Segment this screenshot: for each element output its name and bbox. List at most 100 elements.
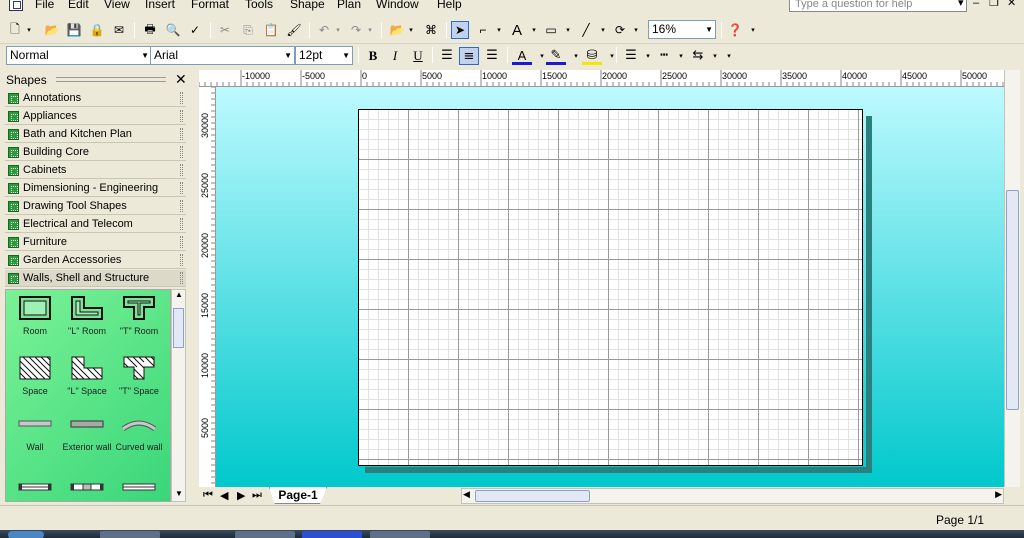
stencil-walls-shell-structure[interactable]: Walls, Shell and Structure — [5, 270, 186, 287]
undo-dropdown-icon[interactable]: ▾ — [329, 21, 347, 39]
format-painter-icon[interactable]: 🖌 — [285, 21, 303, 39]
open-icon[interactable]: 📂 — [43, 21, 61, 39]
line-dropdown-icon[interactable]: ▾ — [594, 21, 612, 39]
fill-color-icon[interactable]: ⛁ — [582, 47, 602, 65]
first-page-icon[interactable]: ⏮ — [203, 489, 213, 502]
font-color-icon[interactable]: A — [512, 47, 532, 65]
email-icon[interactable]: ✉ — [110, 21, 128, 39]
taskbar-item[interactable] — [302, 531, 362, 538]
align-center-icon[interactable]: ≡ — [459, 47, 479, 65]
help-search-input[interactable]: Type a question for help — [789, 0, 967, 12]
stencil-electrical-telecom[interactable]: Electrical and Telecom — [5, 216, 186, 233]
stencil-cabinets[interactable]: Cabinets — [5, 162, 186, 179]
fill-color-dropdown-icon[interactable]: ▾ — [602, 47, 622, 65]
pointer-tool-icon[interactable]: ➤ — [451, 21, 469, 39]
stencil-appliances[interactable]: Appliances — [5, 108, 186, 125]
menu-format[interactable]: Format — [191, 0, 229, 12]
line-color-icon[interactable]: ✎ — [546, 47, 566, 65]
master-window[interactable] — [7, 482, 63, 496]
drawing-vertical-scrollbar[interactable] — [1004, 70, 1020, 487]
drawing-page[interactable] — [358, 109, 863, 466]
panel-grip[interactable] — [56, 77, 166, 82]
menu-plan[interactable]: Plan — [337, 0, 361, 12]
new-dropdown-icon[interactable]: ▾ — [20, 21, 38, 39]
minimize-icon[interactable]: – — [973, 0, 979, 10]
taskbar-item[interactable] — [100, 531, 160, 538]
paste-icon[interactable]: 📋 — [262, 21, 280, 39]
taskbar-item[interactable] — [235, 531, 295, 538]
align-right-icon[interactable]: ☰ — [482, 47, 502, 65]
scroll-thumb[interactable] — [1006, 190, 1019, 410]
restore-icon[interactable]: ❐ — [989, 0, 999, 10]
underline-button[interactable]: U — [408, 47, 428, 65]
align-left-icon[interactable]: ☰ — [437, 47, 457, 65]
print-preview-icon[interactable]: 🔍 — [164, 21, 182, 39]
stencil-building-core[interactable]: Building Core — [5, 144, 186, 161]
close-icon[interactable]: ✕ — [175, 71, 187, 88]
last-page-icon[interactable]: ⏭ — [252, 489, 262, 502]
stencil-annotations[interactable]: Annotations — [5, 90, 186, 107]
master-door[interactable] — [59, 482, 115, 496]
text-tool-icon[interactable]: A — [508, 21, 526, 39]
connector-icon[interactable]: ⌘ — [422, 21, 440, 39]
drawing-horizontal-scrollbar[interactable]: ◀ ▶ — [461, 488, 1004, 504]
menu-file[interactable]: File — [35, 0, 54, 12]
previous-page-icon[interactable]: ◀ — [220, 489, 228, 502]
redo-dropdown-icon[interactable]: ▾ — [361, 21, 379, 39]
app-icon[interactable] — [9, 0, 23, 11]
master-curved-wall[interactable]: Curved wall — [111, 418, 167, 458]
master-wall[interactable]: Wall — [7, 418, 63, 458]
scroll-down-icon[interactable]: ▼ — [175, 489, 183, 498]
toolbar-options-icon[interactable]: ▾ — [744, 21, 762, 39]
bold-button[interactable]: B — [363, 47, 383, 65]
master-exterior-wall[interactable]: Exterior wall — [59, 418, 115, 458]
rotate-dropdown-icon[interactable]: ▾ — [627, 21, 645, 39]
scroll-left-icon[interactable]: ◀ — [463, 489, 470, 500]
cut-icon[interactable]: ✂ — [216, 21, 234, 39]
menu-window[interactable]: Window — [376, 0, 419, 12]
master-space[interactable]: Space — [7, 356, 63, 404]
master-t-space[interactable]: "T" Space — [111, 356, 167, 404]
taskbar-item[interactable] — [370, 531, 430, 538]
toolbar-options-icon[interactable]: ▾ — [719, 47, 739, 65]
start-button[interactable] — [8, 531, 44, 538]
menu-tools[interactable]: Tools — [245, 0, 273, 12]
copy-icon[interactable]: ⎘ — [239, 21, 257, 39]
style-select[interactable]: Normal ▼ — [6, 46, 152, 65]
permission-icon[interactable]: 🔒 — [88, 21, 106, 39]
scroll-thumb[interactable] — [173, 308, 184, 348]
font-select[interactable]: Arial ▼ — [150, 46, 295, 65]
scroll-up-icon[interactable]: ▲ — [175, 290, 183, 299]
scroll-thumb[interactable] — [475, 490, 590, 502]
master-l-space[interactable]: "L" Space — [59, 356, 115, 404]
menu-shape[interactable]: Shape — [290, 0, 325, 12]
close-icon[interactable]: ✕ — [1007, 0, 1016, 10]
rectangle-tool-icon[interactable]: ▭ — [542, 21, 560, 39]
tab-page-1[interactable]: Page-1 — [269, 487, 327, 504]
menu-help[interactable]: Help — [437, 0, 462, 12]
master-opening[interactable] — [111, 482, 167, 496]
font-size-select[interactable]: 12pt ▼ — [295, 46, 353, 65]
spelling-icon[interactable]: ✓ — [186, 21, 204, 39]
zoom-select[interactable]: 16% ▼ — [648, 20, 716, 39]
master-l-room[interactable]: "L" Room — [59, 296, 115, 344]
connector-dropdown-icon[interactable]: ▾ — [490, 21, 508, 39]
menu-edit[interactable]: Edit — [68, 0, 89, 12]
stencil-furniture[interactable]: Furniture — [5, 234, 186, 251]
next-page-icon[interactable]: ▶ — [237, 489, 245, 502]
line-tool-icon[interactable]: ╱ — [577, 21, 595, 39]
stencil-dimensioning[interactable]: Dimensioning - Engineering — [5, 180, 186, 197]
shapes-dropdown-icon[interactable]: ▾ — [402, 21, 420, 39]
stencil-garden-accessories[interactable]: Garden Accessories — [5, 252, 186, 269]
save-icon[interactable]: 💾 — [65, 21, 83, 39]
stencil-scrollbar[interactable]: ▲ ▼ — [171, 289, 186, 502]
menu-view[interactable]: View — [104, 0, 130, 12]
menu-insert[interactable]: Insert — [145, 0, 175, 12]
italic-button[interactable]: I — [385, 47, 405, 65]
master-t-room[interactable]: "T" Room — [111, 296, 167, 344]
text-dropdown-icon[interactable]: ▾ — [525, 21, 543, 39]
stencil-bath-kitchen[interactable]: Bath and Kitchen Plan — [5, 126, 186, 143]
scroll-right-icon[interactable]: ▶ — [995, 489, 1002, 500]
help-dropdown-icon[interactable]: ▾ — [958, 0, 964, 10]
master-room[interactable]: Room — [7, 296, 63, 344]
